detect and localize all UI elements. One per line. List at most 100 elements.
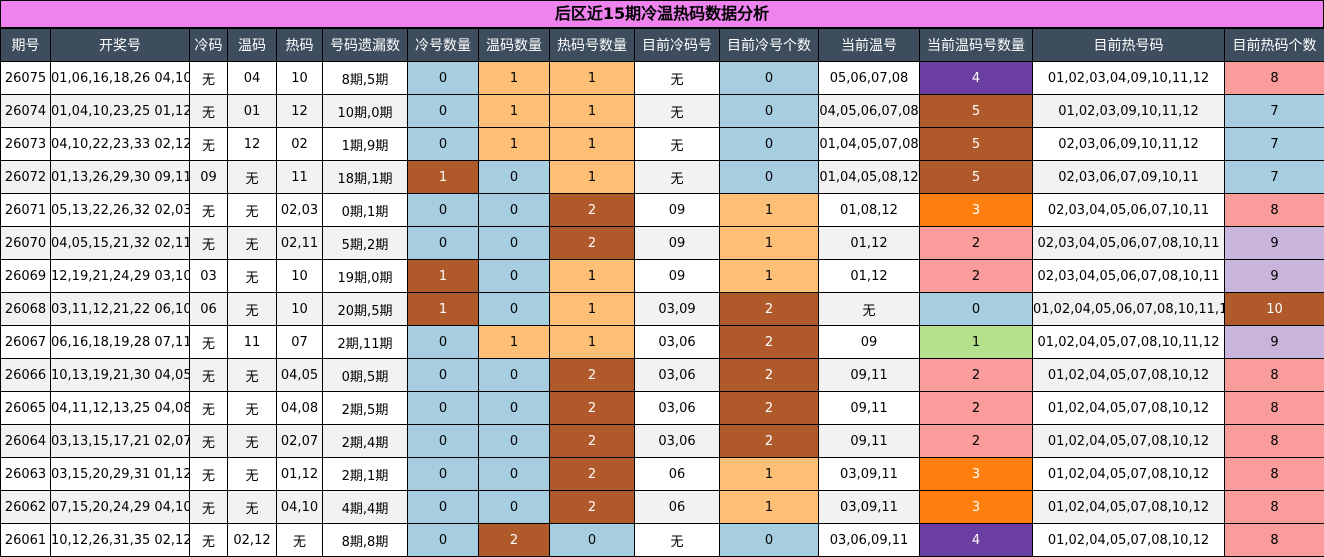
cell-cold-count: 0 bbox=[407, 391, 479, 425]
data-table: 期号 开奖号 冷码 温码 热码 号码遗漏数 冷号数量 温码数量 热码号数量 目前冷码号 目前冷号个数… bbox=[0, 28, 1324, 557]
cell-cold-code: 无 bbox=[189, 325, 228, 359]
cell-cold-code: 无 bbox=[189, 490, 228, 524]
header-row: 期号 开奖号 冷码 温码 热码 号码遗漏数 冷号数量 温码数量 热码号数量 目前冷码号 目前冷号个数… bbox=[0, 28, 1324, 62]
cell-cold-code: 09 bbox=[189, 160, 228, 194]
cell-hot-code: 10 bbox=[276, 259, 323, 293]
cell-current-cold-count: 0 bbox=[719, 94, 819, 128]
cell-hot-count: 1 bbox=[549, 61, 635, 95]
cell-warm-code: 02,12 bbox=[227, 523, 277, 557]
cell-current-cold-codes: 无 bbox=[634, 61, 720, 95]
cell-hot-count: 2 bbox=[549, 226, 635, 260]
cell-current-cold-codes: 06 bbox=[634, 457, 720, 491]
cell-issue: 26064 bbox=[0, 424, 51, 458]
table-row: 26064 03,13,15,17,21 02,07 无无 02,07 2期,4期 0 0 2… bbox=[0, 424, 1324, 458]
cell-current-warm-count: 2 bbox=[919, 358, 1033, 392]
cell-warm-count: 0 bbox=[478, 424, 550, 458]
cell-hot-count: 1 bbox=[549, 325, 635, 359]
table-row: 26067 06,16,18,19,28 07,11 无 11 07 2期,11期 0 1 1 0… bbox=[0, 325, 1324, 359]
cell-current-cold-count: 2 bbox=[719, 391, 819, 425]
cell-cold-count: 0 bbox=[407, 358, 479, 392]
cell-cold-count: 0 bbox=[407, 61, 479, 95]
header-warm-code: 温码 bbox=[227, 28, 277, 62]
header-current-cold-count: 目前冷号个数 bbox=[719, 28, 819, 62]
cell-warm-code: 无 bbox=[227, 424, 277, 458]
cell-cold-count: 0 bbox=[407, 226, 479, 260]
cell-warm-code: 04 bbox=[227, 61, 277, 95]
cell-miss-count: 2期,11期 bbox=[322, 325, 408, 359]
cell-miss-count: 2期,4期 bbox=[322, 424, 408, 458]
cell-current-cold-count: 2 bbox=[719, 325, 819, 359]
cell-cold-code: 无 bbox=[189, 457, 228, 491]
cell-cold-code: 无 bbox=[189, 358, 228, 392]
cell-current-cold-count: 0 bbox=[719, 61, 819, 95]
cell-current-cold-codes: 无 bbox=[634, 523, 720, 557]
cell-miss-count: 19期,0期 bbox=[322, 259, 408, 293]
header-issue: 期号 bbox=[0, 28, 51, 62]
cell-warm-count: 0 bbox=[478, 226, 550, 260]
cell-current-hot-count: 8 bbox=[1224, 457, 1324, 491]
cell-draw-numbers: 10,12,26,31,35 02,12 bbox=[50, 523, 190, 557]
cell-warm-count: 0 bbox=[478, 160, 550, 194]
cell-warm-count: 1 bbox=[478, 127, 550, 161]
cell-current-warm-count: 3 bbox=[919, 193, 1033, 227]
cell-current-hot-codes: 01,02,04,05,07,08,10,12 bbox=[1032, 490, 1225, 524]
cell-issue: 26075 bbox=[0, 61, 51, 95]
cell-miss-count: 1期,9期 bbox=[322, 127, 408, 161]
cell-current-cold-count: 2 bbox=[719, 358, 819, 392]
cell-current-warm-count: 0 bbox=[919, 292, 1033, 326]
sheet-title: 后区近15期冷温热码数据分析 bbox=[0, 0, 1324, 28]
cell-current-cold-codes: 03,09 bbox=[634, 292, 720, 326]
cell-current-hot-count: 8 bbox=[1224, 523, 1324, 557]
cell-current-warm-count: 5 bbox=[919, 127, 1033, 161]
cell-draw-numbers: 04,11,12,13,25 04,08 bbox=[50, 391, 190, 425]
cell-draw-numbers: 01,13,26,29,30 09,11 bbox=[50, 160, 190, 194]
cell-current-hot-codes: 01,02,04,05,07,08,10,12 bbox=[1032, 424, 1225, 458]
cell-cold-count: 0 bbox=[407, 127, 479, 161]
header-current-warm-count: 当前温码号数量 bbox=[919, 28, 1033, 62]
cell-draw-numbers: 03,11,12,21,22 06,10 bbox=[50, 292, 190, 326]
header-cold-code: 冷码 bbox=[189, 28, 228, 62]
cell-current-hot-codes: 01,02,04,05,06,07,08,10,11,12 bbox=[1032, 292, 1225, 326]
cell-current-hot-count: 8 bbox=[1224, 193, 1324, 227]
analysis-sheet: 后区近15期冷温热码数据分析 期号 开奖号 冷码 温码 热码 号码遗漏数 冷号数量 温码数量热… bbox=[0, 0, 1324, 557]
cell-cold-count: 0 bbox=[407, 424, 479, 458]
cell-current-warm-count: 2 bbox=[919, 259, 1033, 293]
table-row: 26061 10,12,26,31,35 02,12 无 02,12 无 8期,8期 0 2 0… bbox=[0, 523, 1324, 557]
cell-warm-code: 无 bbox=[227, 391, 277, 425]
cell-cold-count: 1 bbox=[407, 292, 479, 326]
cell-current-cold-codes: 09 bbox=[634, 226, 720, 260]
cell-cold-code: 无 bbox=[189, 193, 228, 227]
table-row: 26069 12,19,21,24,29 03,10 03 无 10 19期,0期 1 0 1 0… bbox=[0, 259, 1324, 293]
cell-hot-code: 无 bbox=[276, 523, 323, 557]
cell-current-cold-count: 1 bbox=[719, 193, 819, 227]
cell-issue: 26066 bbox=[0, 358, 51, 392]
cell-current-hot-codes: 01,02,04,05,07,08,10,12 bbox=[1032, 523, 1225, 557]
table-row: 26062 07,15,20,24,29 04,10 无无 04,10 4期,4期 0 0 2… bbox=[0, 490, 1324, 524]
cell-hot-count: 1 bbox=[549, 127, 635, 161]
cell-hot-code: 07 bbox=[276, 325, 323, 359]
cell-current-hot-codes: 01,02,04,05,07,08,10,12 bbox=[1032, 457, 1225, 491]
cell-hot-code: 04,08 bbox=[276, 391, 323, 425]
cell-warm-code: 11 bbox=[227, 325, 277, 359]
cell-current-warm-codes: 无 bbox=[818, 292, 920, 326]
cell-current-warm-count: 2 bbox=[919, 226, 1033, 260]
cell-cold-count: 0 bbox=[407, 490, 479, 524]
cell-hot-count: 1 bbox=[549, 259, 635, 293]
cell-warm-code: 无 bbox=[227, 457, 277, 491]
cell-miss-count: 0期,1期 bbox=[322, 193, 408, 227]
cell-current-cold-codes: 03,06 bbox=[634, 325, 720, 359]
cell-current-hot-codes: 02,03,06,07,09,10,11 bbox=[1032, 160, 1225, 194]
cell-current-cold-count: 1 bbox=[719, 226, 819, 260]
cell-draw-numbers: 03,15,20,29,31 01,12 bbox=[50, 457, 190, 491]
cell-current-hot-count: 8 bbox=[1224, 391, 1324, 425]
header-hot-count: 热码号数量 bbox=[549, 28, 635, 62]
cell-issue: 26074 bbox=[0, 94, 51, 128]
cell-draw-numbers: 12,19,21,24,29 03,10 bbox=[50, 259, 190, 293]
cell-current-hot-codes: 01,02,04,05,07,08,10,12 bbox=[1032, 391, 1225, 425]
cell-warm-count: 0 bbox=[478, 193, 550, 227]
cell-cold-code: 无 bbox=[189, 226, 228, 260]
cell-warm-count: 0 bbox=[478, 457, 550, 491]
cell-cold-count: 0 bbox=[407, 325, 479, 359]
cell-current-warm-count: 2 bbox=[919, 424, 1033, 458]
cell-warm-code: 12 bbox=[227, 127, 277, 161]
